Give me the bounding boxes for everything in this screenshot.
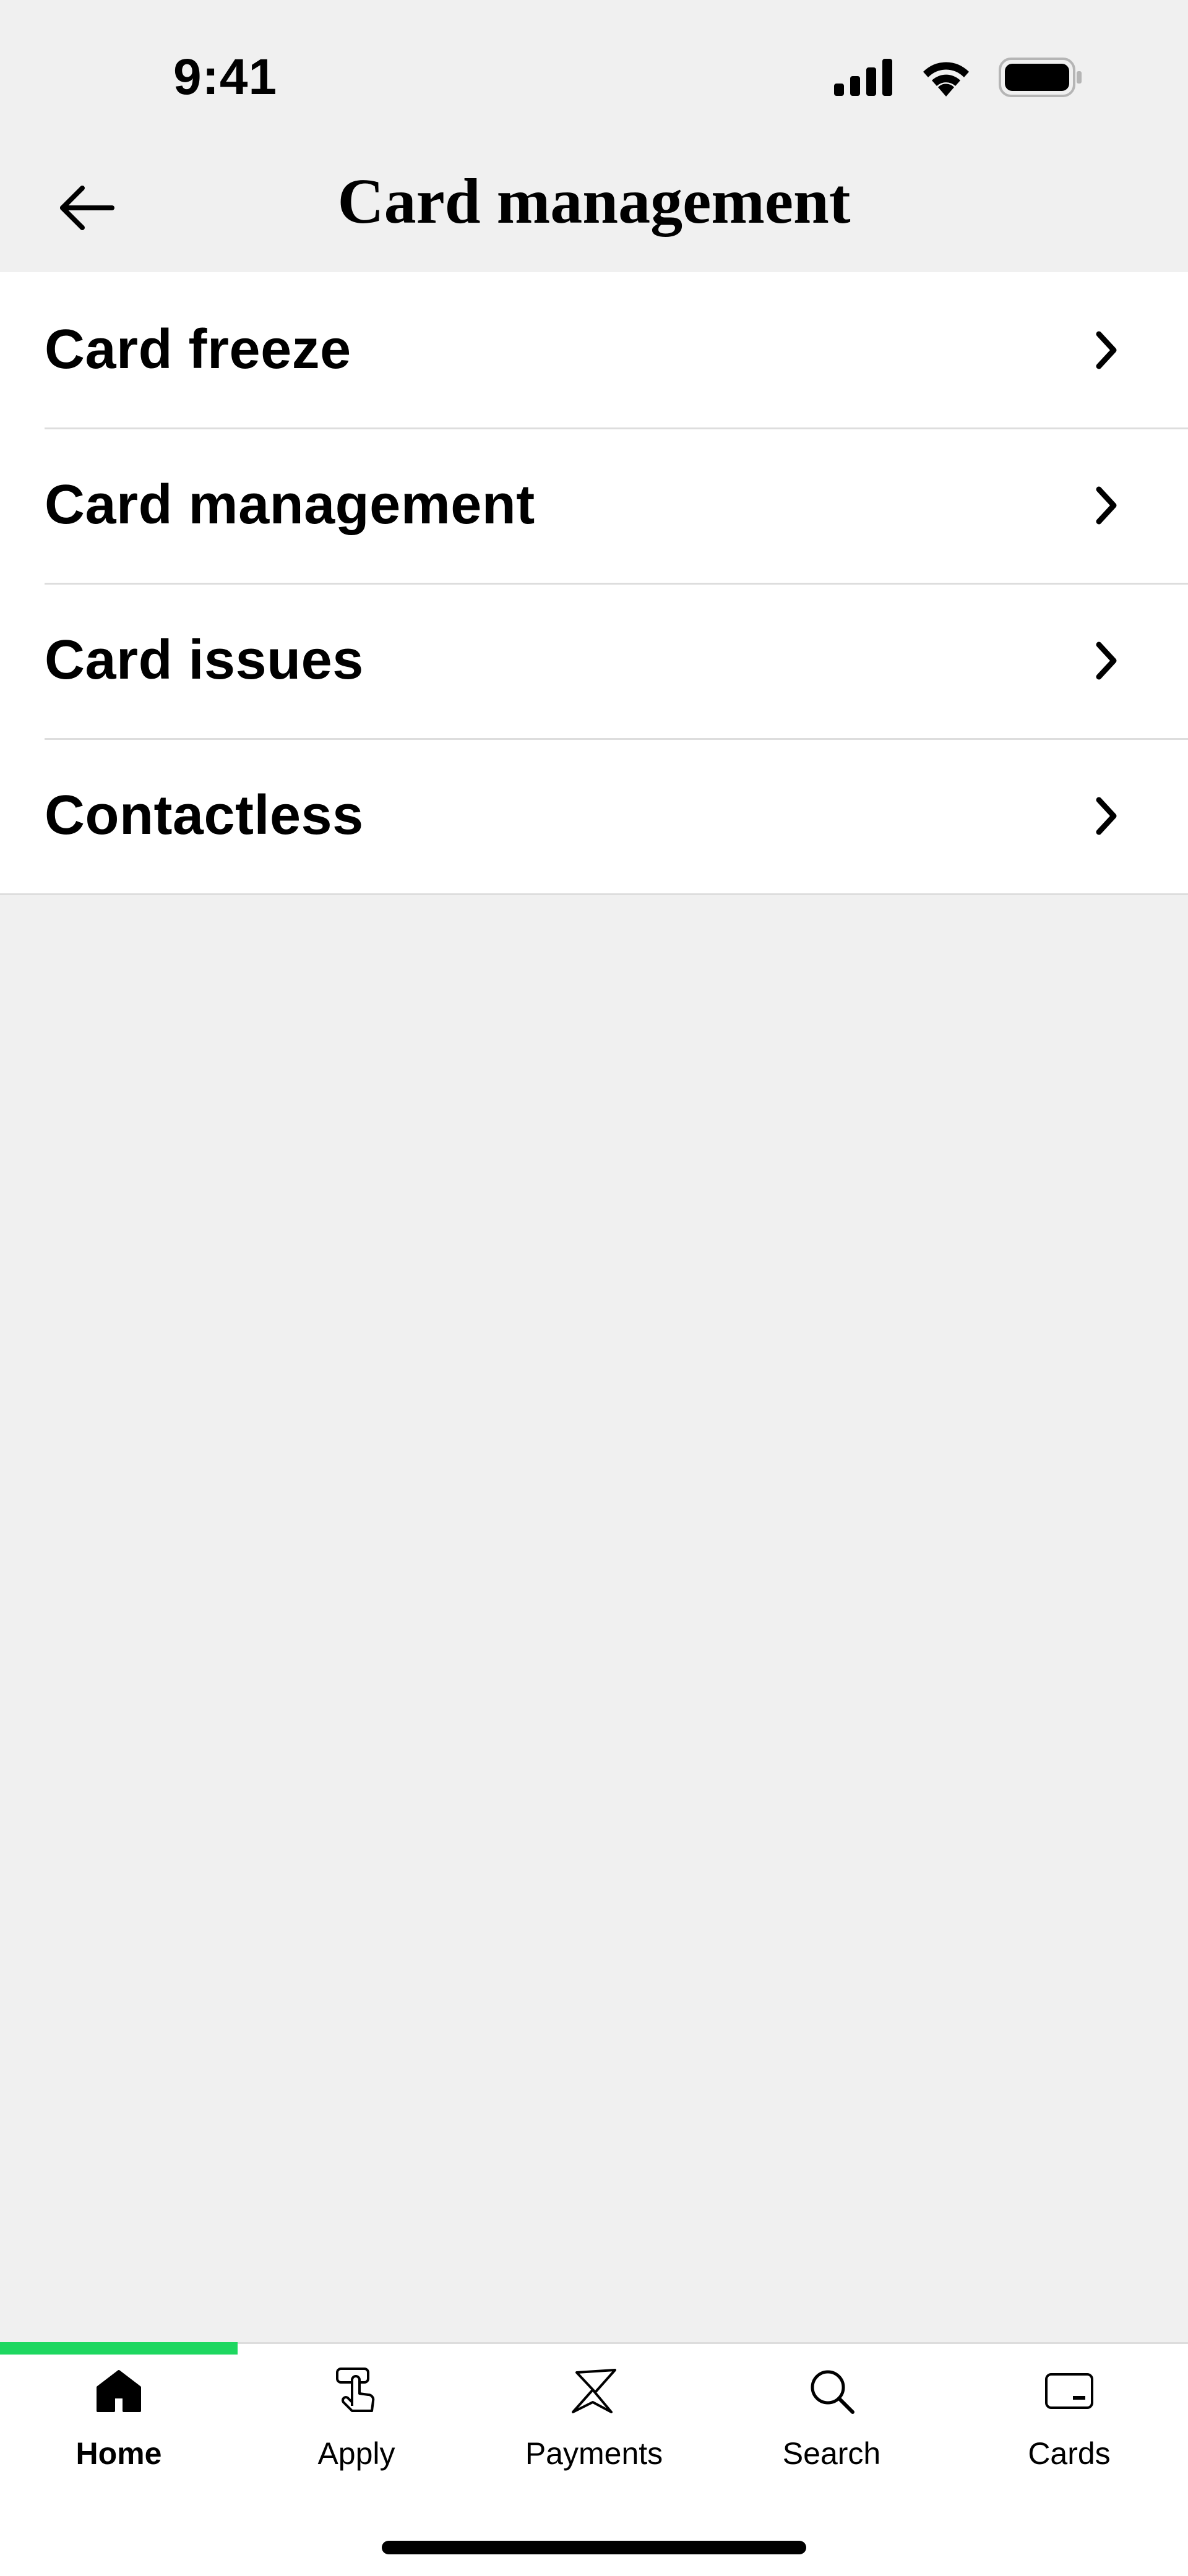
tab-payments[interactable]: Payments xyxy=(475,2344,713,2517)
menu-item-card-freeze[interactable]: Card freeze xyxy=(0,272,1188,427)
chevron-right-icon xyxy=(1088,481,1125,530)
status-time: 9:41 xyxy=(173,49,278,105)
menu-item-label: Card management xyxy=(45,474,535,536)
battery-icon xyxy=(999,57,1083,100)
chevron-right-icon xyxy=(1088,636,1125,685)
menu-item-card-issues[interactable]: Card issues xyxy=(0,583,1188,738)
wifi-icon xyxy=(919,58,973,100)
menu-item-contactless[interactable]: Contactless xyxy=(0,738,1188,893)
card-icon xyxy=(1044,2366,1094,2416)
tab-search[interactable]: Search xyxy=(713,2344,950,2517)
page-title: Card management xyxy=(337,166,851,237)
payments-icon xyxy=(569,2366,619,2416)
search-icon xyxy=(807,2366,856,2416)
tab-home[interactable]: Home xyxy=(0,2344,238,2517)
home-icon xyxy=(94,2366,144,2416)
tab-cards[interactable]: Cards xyxy=(950,2344,1188,2517)
menu-item-label: Card freeze xyxy=(45,319,351,380)
home-indicator xyxy=(382,2541,806,2554)
header: Card management xyxy=(0,142,1188,272)
tab-label: Cards xyxy=(1028,2436,1111,2471)
apply-tap-icon xyxy=(332,2366,381,2416)
status-icons xyxy=(834,57,1083,100)
chevron-right-icon xyxy=(1088,325,1125,375)
tabs: Home Apply Payments Search Cards xyxy=(0,2344,1188,2517)
tab-label: Home xyxy=(75,2436,162,2471)
tab-label: Search xyxy=(782,2436,881,2471)
menu-list: Card freeze Card management Card issues … xyxy=(0,272,1188,895)
menu-item-label: Card issues xyxy=(45,629,364,691)
tab-label: Payments xyxy=(525,2436,663,2471)
menu-item-card-management[interactable]: Card management xyxy=(0,427,1188,583)
cellular-signal-icon xyxy=(834,58,893,99)
tab-apply[interactable]: Apply xyxy=(238,2344,475,2517)
tab-label: Apply xyxy=(317,2436,395,2471)
menu-item-label: Contactless xyxy=(45,784,364,846)
chevron-right-icon xyxy=(1088,791,1125,841)
tab-bar: Home Apply Payments Search Cards xyxy=(0,2342,1188,2576)
status-bar: 9:41 xyxy=(0,0,1188,142)
